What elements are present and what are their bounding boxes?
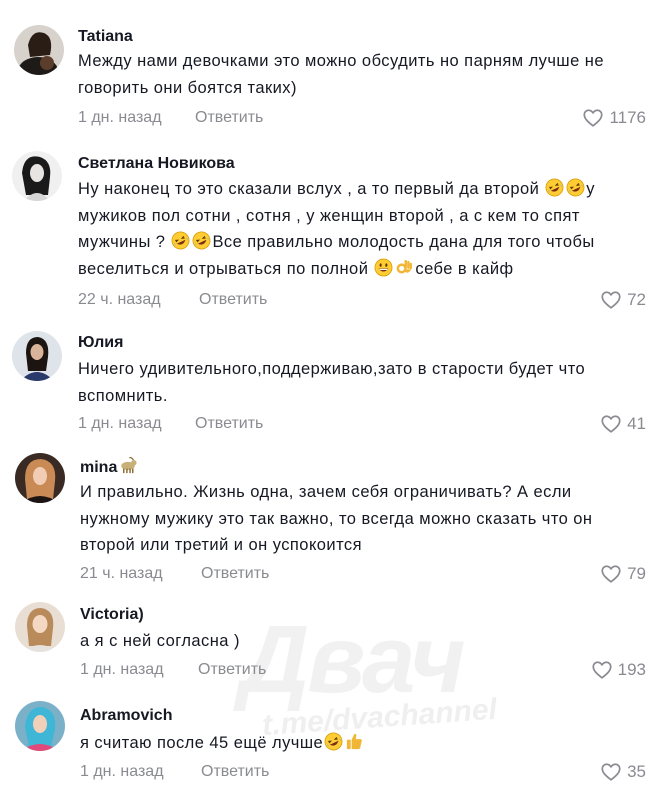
like-count: 72 <box>627 290 646 309</box>
comment-text: И правильно. Жизнь одна, зачем себя огра… <box>80 479 593 559</box>
username-text: mina <box>80 459 118 476</box>
heart-icon <box>599 563 623 585</box>
comment-text: а я с ней согласна ) <box>80 628 240 655</box>
like-button[interactable]: 41 <box>599 413 646 435</box>
avatar[interactable] <box>14 25 64 75</box>
rolling-laughing-emoji-icon <box>566 178 585 197</box>
comment-timestamp: 1 дн. назад <box>78 109 162 126</box>
grinning-emoji-icon <box>374 258 393 277</box>
comment-text-line: второй или третий и он успокоится <box>80 536 362 554</box>
heart-icon <box>581 107 605 129</box>
like-count: 41 <box>627 414 646 433</box>
reply-button[interactable]: Ответить <box>195 414 263 434</box>
avatar[interactable] <box>12 151 62 201</box>
comment-timestamp: 21 ч. назад <box>80 565 163 582</box>
rolling-laughing-emoji-icon <box>192 231 211 250</box>
like-button[interactable]: 193 <box>590 659 646 681</box>
comment-username[interactable]: Tatiana <box>78 27 133 47</box>
comment-text: я считаю после 45 ещё лучше <box>80 730 365 757</box>
like-count: 79 <box>627 564 646 583</box>
comment-text-line: вспомнить. <box>78 386 168 405</box>
comment-timestamp: 1 дн. назад <box>78 415 162 432</box>
comment-username[interactable]: Abramovich <box>80 706 172 726</box>
avatar[interactable] <box>15 453 65 503</box>
rolling-laughing-emoji-icon <box>171 231 190 250</box>
avatar[interactable] <box>15 602 65 652</box>
comment-text-line: Ну наконец то это сказали вслух , а то п… <box>78 176 595 203</box>
comment-username[interactable]: mina <box>80 456 139 478</box>
comment-text-line: мужчины ? Все правильно молодость дана д… <box>78 229 595 256</box>
comment-text-fragment: мужчины ? <box>78 233 166 251</box>
goat-emoji-icon <box>118 456 138 474</box>
comment-username[interactable]: Светлана Новикова <box>78 154 235 174</box>
comment-text-line: веселиться и отрываться по полной себе в… <box>78 256 595 283</box>
thumbs-up-emoji-icon <box>345 732 364 751</box>
comment-text-fragment: у <box>586 180 595 198</box>
avatar[interactable] <box>15 701 65 751</box>
watermark-logo-text: Двач <box>240 606 466 713</box>
heart-icon <box>599 761 623 783</box>
reply-button[interactable]: Ответить <box>199 290 267 310</box>
comment-text-line: говорить они боятся таких) <box>78 78 297 97</box>
reply-button[interactable]: Ответить <box>198 660 266 680</box>
reply-button[interactable]: Ответить <box>201 762 269 782</box>
comment-timestamp: 1 дн. назад <box>80 763 164 780</box>
rolling-laughing-emoji-icon <box>324 732 343 751</box>
comment-text-line: а я с ней согласна ) <box>80 632 240 650</box>
comment-text: Ничего удивительного,поддерживаю,зато в … <box>78 356 585 409</box>
comment-text-fragment: себе в кайф <box>415 259 514 278</box>
ok-hand-emoji-icon <box>395 258 414 277</box>
comment-text-line: Ничего удивительного,поддерживаю,зато в … <box>78 360 586 378</box>
comment-timestamp: 1 дн. назад <box>80 661 164 678</box>
comment-username[interactable]: Victoria) <box>80 605 144 625</box>
comment-username[interactable]: Юлия <box>78 333 123 353</box>
comment-text-fragment: веселиться и отрываться по полной <box>78 259 369 278</box>
comment-text: Ну наконец то это сказали вслух , а то п… <box>78 176 595 282</box>
reply-button[interactable]: Ответить <box>195 108 263 128</box>
comment-text-line: нужному мужику это так важно, то всегда … <box>80 509 593 528</box>
heart-icon <box>590 659 614 681</box>
heart-icon <box>599 413 623 435</box>
comment-text: Между нами девочками это можно обсудить … <box>78 48 604 101</box>
heart-icon <box>599 289 623 311</box>
rolling-laughing-emoji-icon <box>545 178 564 197</box>
like-count: 193 <box>617 660 646 679</box>
comment-text-fragment: я считаю после 45 ещё лучше <box>80 734 324 752</box>
reply-button[interactable]: Ответить <box>201 564 269 584</box>
comment-text-fragment: Ну наконец то это сказали вслух , а то п… <box>78 180 540 198</box>
comment-text-line: я считаю после 45 ещё лучше <box>80 730 365 757</box>
like-count: 35 <box>627 762 646 781</box>
like-button[interactable]: 79 <box>599 563 646 585</box>
comment-timestamp: 22 ч. назад <box>78 291 161 308</box>
comment-text-line: мужиков пол сотни , сотня , у женщин вто… <box>78 206 580 225</box>
comment-text-line: И правильно. Жизнь одна, зачем себя огра… <box>80 483 572 501</box>
avatar[interactable] <box>12 331 62 381</box>
like-button[interactable]: 1176 <box>581 107 646 129</box>
like-count: 1176 <box>609 108 646 127</box>
like-button[interactable]: 35 <box>599 761 646 783</box>
comment-text-line: Между нами девочками это можно обсудить … <box>78 52 604 70</box>
like-button[interactable]: 72 <box>599 289 646 311</box>
comment-text-fragment: Все правильно молодость дана для того чт… <box>212 233 595 251</box>
